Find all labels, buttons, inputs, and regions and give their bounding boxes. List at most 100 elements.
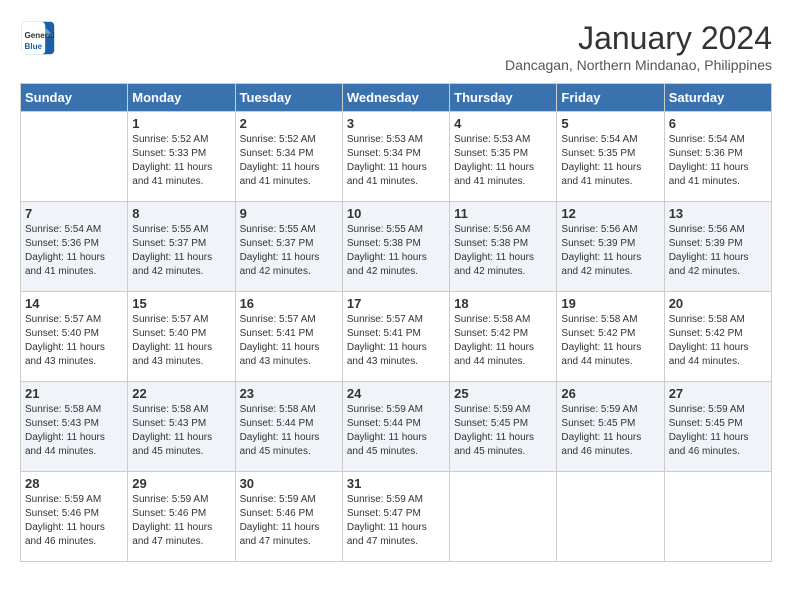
calendar-cell: 20 Sunrise: 5:58 AM Sunset: 5:42 PM Dayl… <box>664 292 771 382</box>
calendar-cell: 26 Sunrise: 5:59 AM Sunset: 5:45 PM Dayl… <box>557 382 664 472</box>
sunrise-label: Sunrise: 5:56 AM <box>669 224 745 235</box>
daylight-label: Daylight: 11 hours and 41 minutes. <box>347 162 427 187</box>
day-info: Sunrise: 5:58 AM Sunset: 5:43 PM Dayligh… <box>132 403 230 459</box>
calendar-cell: 10 Sunrise: 5:55 AM Sunset: 5:38 PM Dayl… <box>342 202 449 292</box>
logo: General Blue <box>20 20 56 56</box>
sunset-label: Sunset: 5:47 PM <box>347 508 421 519</box>
sunrise-label: Sunrise: 5:52 AM <box>132 134 208 145</box>
sunset-label: Sunset: 5:34 PM <box>240 148 314 159</box>
sunset-label: Sunset: 5:46 PM <box>240 508 314 519</box>
day-info: Sunrise: 5:59 AM Sunset: 5:46 PM Dayligh… <box>240 493 338 549</box>
daylight-label: Daylight: 11 hours and 41 minutes. <box>454 162 534 187</box>
daylight-label: Daylight: 11 hours and 45 minutes. <box>132 432 212 457</box>
sunrise-label: Sunrise: 5:53 AM <box>454 134 530 145</box>
day-number: 20 <box>669 296 767 311</box>
calendar-cell: 4 Sunrise: 5:53 AM Sunset: 5:35 PM Dayli… <box>450 112 557 202</box>
daylight-label: Daylight: 11 hours and 41 minutes. <box>132 162 212 187</box>
calendar-cell: 11 Sunrise: 5:56 AM Sunset: 5:38 PM Dayl… <box>450 202 557 292</box>
sunset-label: Sunset: 5:39 PM <box>561 238 635 249</box>
sunset-label: Sunset: 5:35 PM <box>561 148 635 159</box>
day-info: Sunrise: 5:59 AM Sunset: 5:44 PM Dayligh… <box>347 403 445 459</box>
column-header-tuesday: Tuesday <box>235 84 342 112</box>
calendar-cell <box>664 472 771 562</box>
calendar-cell: 3 Sunrise: 5:53 AM Sunset: 5:34 PM Dayli… <box>342 112 449 202</box>
day-info: Sunrise: 5:58 AM Sunset: 5:44 PM Dayligh… <box>240 403 338 459</box>
calendar-cell: 2 Sunrise: 5:52 AM Sunset: 5:34 PM Dayli… <box>235 112 342 202</box>
day-info: Sunrise: 5:52 AM Sunset: 5:33 PM Dayligh… <box>132 133 230 189</box>
day-number: 1 <box>132 116 230 131</box>
day-info: Sunrise: 5:59 AM Sunset: 5:46 PM Dayligh… <box>25 493 123 549</box>
sunrise-label: Sunrise: 5:52 AM <box>240 134 316 145</box>
day-info: Sunrise: 5:58 AM Sunset: 5:43 PM Dayligh… <box>25 403 123 459</box>
sunrise-label: Sunrise: 5:59 AM <box>347 494 423 505</box>
day-info: Sunrise: 5:55 AM Sunset: 5:37 PM Dayligh… <box>132 223 230 279</box>
daylight-label: Daylight: 11 hours and 46 minutes. <box>669 432 749 457</box>
sunrise-label: Sunrise: 5:58 AM <box>454 314 530 325</box>
sunrise-label: Sunrise: 5:59 AM <box>347 404 423 415</box>
sunset-label: Sunset: 5:33 PM <box>132 148 206 159</box>
sunset-label: Sunset: 5:39 PM <box>669 238 743 249</box>
day-number: 6 <box>669 116 767 131</box>
calendar-week-row: 1 Sunrise: 5:52 AM Sunset: 5:33 PM Dayli… <box>21 112 772 202</box>
sunset-label: Sunset: 5:40 PM <box>132 328 206 339</box>
day-info: Sunrise: 5:59 AM Sunset: 5:46 PM Dayligh… <box>132 493 230 549</box>
day-info: Sunrise: 5:58 AM Sunset: 5:42 PM Dayligh… <box>561 313 659 369</box>
day-number: 30 <box>240 476 338 491</box>
calendar-cell: 25 Sunrise: 5:59 AM Sunset: 5:45 PM Dayl… <box>450 382 557 472</box>
calendar-header-row: SundayMondayTuesdayWednesdayThursdayFrid… <box>21 84 772 112</box>
sunset-label: Sunset: 5:34 PM <box>347 148 421 159</box>
sunset-label: Sunset: 5:43 PM <box>25 418 99 429</box>
sunset-label: Sunset: 5:45 PM <box>561 418 635 429</box>
logo-icon: General Blue <box>20 20 56 56</box>
day-info: Sunrise: 5:57 AM Sunset: 5:40 PM Dayligh… <box>25 313 123 369</box>
calendar-cell <box>557 472 664 562</box>
daylight-label: Daylight: 11 hours and 47 minutes. <box>240 522 320 547</box>
calendar-cell: 24 Sunrise: 5:59 AM Sunset: 5:44 PM Dayl… <box>342 382 449 472</box>
location: Dancagan, Northern Mindanao, Philippines <box>505 57 772 73</box>
calendar-week-row: 14 Sunrise: 5:57 AM Sunset: 5:40 PM Dayl… <box>21 292 772 382</box>
daylight-label: Daylight: 11 hours and 46 minutes. <box>561 432 641 457</box>
svg-text:General: General <box>25 31 55 40</box>
calendar-cell: 9 Sunrise: 5:55 AM Sunset: 5:37 PM Dayli… <box>235 202 342 292</box>
sunrise-label: Sunrise: 5:56 AM <box>561 224 637 235</box>
calendar-cell: 1 Sunrise: 5:52 AM Sunset: 5:33 PM Dayli… <box>128 112 235 202</box>
daylight-label: Daylight: 11 hours and 47 minutes. <box>347 522 427 547</box>
daylight-label: Daylight: 11 hours and 45 minutes. <box>347 432 427 457</box>
column-header-thursday: Thursday <box>450 84 557 112</box>
day-number: 14 <box>25 296 123 311</box>
calendar-cell: 6 Sunrise: 5:54 AM Sunset: 5:36 PM Dayli… <box>664 112 771 202</box>
calendar-cell: 14 Sunrise: 5:57 AM Sunset: 5:40 PM Dayl… <box>21 292 128 382</box>
day-info: Sunrise: 5:57 AM Sunset: 5:40 PM Dayligh… <box>132 313 230 369</box>
calendar-cell: 21 Sunrise: 5:58 AM Sunset: 5:43 PM Dayl… <box>21 382 128 472</box>
sunset-label: Sunset: 5:36 PM <box>669 148 743 159</box>
day-number: 5 <box>561 116 659 131</box>
sunrise-label: Sunrise: 5:54 AM <box>561 134 637 145</box>
day-info: Sunrise: 5:56 AM Sunset: 5:39 PM Dayligh… <box>669 223 767 279</box>
sunset-label: Sunset: 5:41 PM <box>240 328 314 339</box>
sunset-label: Sunset: 5:45 PM <box>669 418 743 429</box>
sunrise-label: Sunrise: 5:59 AM <box>669 404 745 415</box>
calendar-cell: 18 Sunrise: 5:58 AM Sunset: 5:42 PM Dayl… <box>450 292 557 382</box>
day-info: Sunrise: 5:58 AM Sunset: 5:42 PM Dayligh… <box>454 313 552 369</box>
calendar-cell: 28 Sunrise: 5:59 AM Sunset: 5:46 PM Dayl… <box>21 472 128 562</box>
sunrise-label: Sunrise: 5:59 AM <box>240 494 316 505</box>
sunset-label: Sunset: 5:46 PM <box>132 508 206 519</box>
sunset-label: Sunset: 5:42 PM <box>561 328 635 339</box>
sunrise-label: Sunrise: 5:58 AM <box>132 404 208 415</box>
sunrise-label: Sunrise: 5:59 AM <box>454 404 530 415</box>
day-info: Sunrise: 5:55 AM Sunset: 5:38 PM Dayligh… <box>347 223 445 279</box>
day-number: 23 <box>240 386 338 401</box>
sunrise-label: Sunrise: 5:58 AM <box>561 314 637 325</box>
calendar-cell: 15 Sunrise: 5:57 AM Sunset: 5:40 PM Dayl… <box>128 292 235 382</box>
day-number: 7 <box>25 206 123 221</box>
sunrise-label: Sunrise: 5:57 AM <box>240 314 316 325</box>
sunset-label: Sunset: 5:37 PM <box>240 238 314 249</box>
calendar-table: SundayMondayTuesdayWednesdayThursdayFrid… <box>20 83 772 562</box>
daylight-label: Daylight: 11 hours and 45 minutes. <box>454 432 534 457</box>
day-number: 28 <box>25 476 123 491</box>
daylight-label: Daylight: 11 hours and 42 minutes. <box>240 252 320 277</box>
column-header-saturday: Saturday <box>664 84 771 112</box>
month-title: January 2024 <box>505 20 772 57</box>
calendar-cell: 22 Sunrise: 5:58 AM Sunset: 5:43 PM Dayl… <box>128 382 235 472</box>
calendar-cell: 27 Sunrise: 5:59 AM Sunset: 5:45 PM Dayl… <box>664 382 771 472</box>
